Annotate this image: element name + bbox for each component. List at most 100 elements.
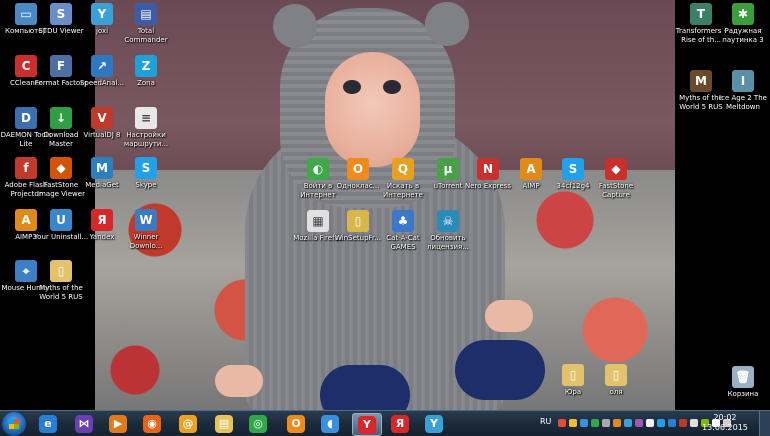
windows-logo-icon bbox=[9, 419, 19, 429]
baby-face bbox=[325, 52, 420, 167]
faststone-capture-icon: ◆ bbox=[605, 158, 627, 180]
taskbar-app-button[interactable]: ⋈ bbox=[70, 413, 98, 434]
odnoklassniki-icon: О bbox=[347, 158, 369, 180]
tray-icon[interactable] bbox=[569, 419, 577, 427]
taskbar-app-button[interactable]: Я bbox=[386, 413, 414, 434]
start-button[interactable] bbox=[2, 412, 26, 436]
clock[interactable]: 20:02 13.06.2015 bbox=[702, 413, 748, 433]
language-indicator[interactable]: RU bbox=[540, 417, 551, 426]
shortcut-label: Zona bbox=[137, 79, 155, 87]
system-tray: RU 20:02 13.06.2015 bbox=[538, 411, 770, 436]
explorer-icon: ▤ bbox=[215, 414, 233, 433]
download-master-icon: ↓ bbox=[50, 107, 72, 129]
desktop-shortcut[interactable]: 🗑 Корзина bbox=[715, 366, 770, 399]
shortcut-label: Myths of the World 5 RUS bbox=[39, 284, 83, 301]
tray-icon[interactable] bbox=[580, 419, 588, 427]
folder-icon: ▯ bbox=[50, 260, 72, 282]
taskbar-app-button[interactable]: Y bbox=[420, 413, 448, 434]
joxi-icon: Y bbox=[91, 3, 113, 25]
yandex-browser-icon: Y bbox=[358, 415, 376, 434]
transformers-icon: T bbox=[690, 3, 712, 25]
spider-game-icon: ✱ bbox=[732, 3, 754, 25]
internet-icon: ◐ bbox=[307, 158, 329, 180]
shortcut-label: Обновить лицензия... bbox=[427, 234, 469, 251]
taskbar-app-button[interactable]: О bbox=[282, 413, 310, 434]
hood-ear-right bbox=[425, 2, 469, 46]
joxi-icon: Y bbox=[425, 414, 443, 433]
tray-icon[interactable] bbox=[591, 419, 599, 427]
tray-icon[interactable] bbox=[690, 419, 698, 427]
desktop-shortcut[interactable]: S Skype bbox=[118, 157, 174, 190]
desktop-shortcut[interactable]: W Winner Downlo... bbox=[118, 209, 174, 251]
tray-icon[interactable] bbox=[668, 419, 676, 427]
shortcut-label: Корзина bbox=[727, 390, 759, 398]
taskbar-app-button[interactable]: ▶ bbox=[104, 413, 132, 434]
document-icon: ≡ bbox=[135, 107, 157, 129]
taskbar-app-button[interactable]: ◎ bbox=[244, 413, 272, 434]
taskbar-app-button[interactable]: Y bbox=[352, 413, 382, 436]
update-license-icon: ☠ bbox=[437, 210, 459, 232]
desktop-shortcut[interactable]: Z Zona bbox=[118, 55, 174, 88]
winsetup-icon: ▯ bbox=[347, 210, 369, 232]
speedanalyzer-icon: ↗ bbox=[91, 55, 113, 77]
desktop-shortcut[interactable]: ◆ FastStone Capture bbox=[588, 158, 644, 200]
tray-icon[interactable] bbox=[646, 419, 654, 427]
desktop-shortcut[interactable]: ≡ Настройки маршрути... bbox=[118, 107, 174, 149]
baby-eye-left bbox=[343, 80, 361, 94]
zona-icon: Z bbox=[135, 55, 157, 77]
tray-icon[interactable] bbox=[635, 419, 643, 427]
search-web-icon: Q bbox=[392, 158, 414, 180]
shortcut-label: Радужная паутинка 3 bbox=[722, 27, 764, 44]
taskbar-app-button[interactable]: ◉ bbox=[138, 413, 166, 434]
clock-time: 20:02 bbox=[713, 413, 737, 422]
baby-hand-right bbox=[485, 300, 533, 332]
baby-shoe-right bbox=[455, 340, 545, 400]
folder-icon: ▯ bbox=[605, 364, 627, 386]
media-player-icon: ▶ bbox=[109, 414, 127, 433]
shortcut-label: Ice Age 2 The Meltdown bbox=[719, 94, 767, 111]
nero-icon: N bbox=[477, 158, 499, 180]
tray-icon[interactable] bbox=[602, 419, 610, 427]
taskbar-app-button[interactable]: @ bbox=[174, 413, 202, 434]
shortcut-label: Skype bbox=[135, 181, 157, 189]
taskbar-app-button[interactable]: ▤ bbox=[210, 413, 238, 434]
desktop-shortcut[interactable]: ▯ Myths of the World 5 RUS bbox=[33, 260, 89, 302]
folder-icon: ▯ bbox=[562, 364, 584, 386]
yandex-icon: Я bbox=[91, 209, 113, 231]
desktop: ▭ Компьютер S STDU Viewer Yjoxi ▤ Total Comman… bbox=[0, 0, 770, 410]
wallpaper-photo bbox=[95, 0, 675, 410]
shortcut-label: Total Commander bbox=[124, 27, 168, 44]
desktop-shortcut[interactable]: ▤ Total Commander bbox=[118, 3, 174, 45]
tray-icon[interactable] bbox=[624, 419, 632, 427]
visual-studio-icon: ⋈ bbox=[75, 414, 93, 433]
internet-explorer-icon: e bbox=[39, 414, 57, 433]
desktop-shortcut[interactable]: I Ice Age 2 The Meltdown bbox=[715, 70, 770, 112]
taskbar-app-button[interactable]: ◖ bbox=[316, 413, 344, 434]
catacat-icon: ♣ bbox=[392, 210, 414, 232]
tray-icon[interactable] bbox=[679, 419, 687, 427]
volume-app-icon: ◖ bbox=[321, 414, 339, 433]
tray-icon[interactable] bbox=[558, 419, 566, 427]
total-commander-icon: ▤ bbox=[135, 3, 157, 25]
mail-icon: @ bbox=[179, 414, 197, 433]
shortcut-label: Winner Downlo... bbox=[129, 233, 163, 250]
desktop-shortcut[interactable]: ☠ Обновить лицензия... bbox=[420, 210, 476, 252]
shortcut-label: Настройки маршрути... bbox=[123, 131, 169, 148]
tray-icon[interactable] bbox=[613, 419, 621, 427]
aimp-icon: A bbox=[520, 158, 542, 180]
hood-ear-left bbox=[273, 4, 317, 48]
desktop-shortcut[interactable]: ✱ Радужная паутинка 3 bbox=[715, 3, 770, 45]
taskbar: e ⋈ ▶ ◉ @ ▤ ◎ О ◖ Y Я Y RU 20:02 13.06.2015 bbox=[0, 410, 770, 436]
clock-date: 13.06.2015 bbox=[702, 423, 748, 432]
tray-icon[interactable] bbox=[657, 419, 665, 427]
utorrent-icon: µ bbox=[437, 158, 459, 180]
faststone-icon: ◆ bbox=[50, 157, 72, 179]
firefox-icon: ▦ bbox=[307, 210, 329, 232]
shortcut-label: оля bbox=[609, 388, 623, 396]
winner-icon: W bbox=[135, 209, 157, 231]
baby-shoe-left bbox=[320, 365, 410, 410]
show-desktop-button[interactable] bbox=[759, 411, 770, 436]
yandex-icon: Я bbox=[391, 414, 409, 433]
taskbar-app-button[interactable]: e bbox=[34, 413, 62, 434]
desktop-shortcut[interactable]: ▯ оля bbox=[588, 364, 644, 397]
